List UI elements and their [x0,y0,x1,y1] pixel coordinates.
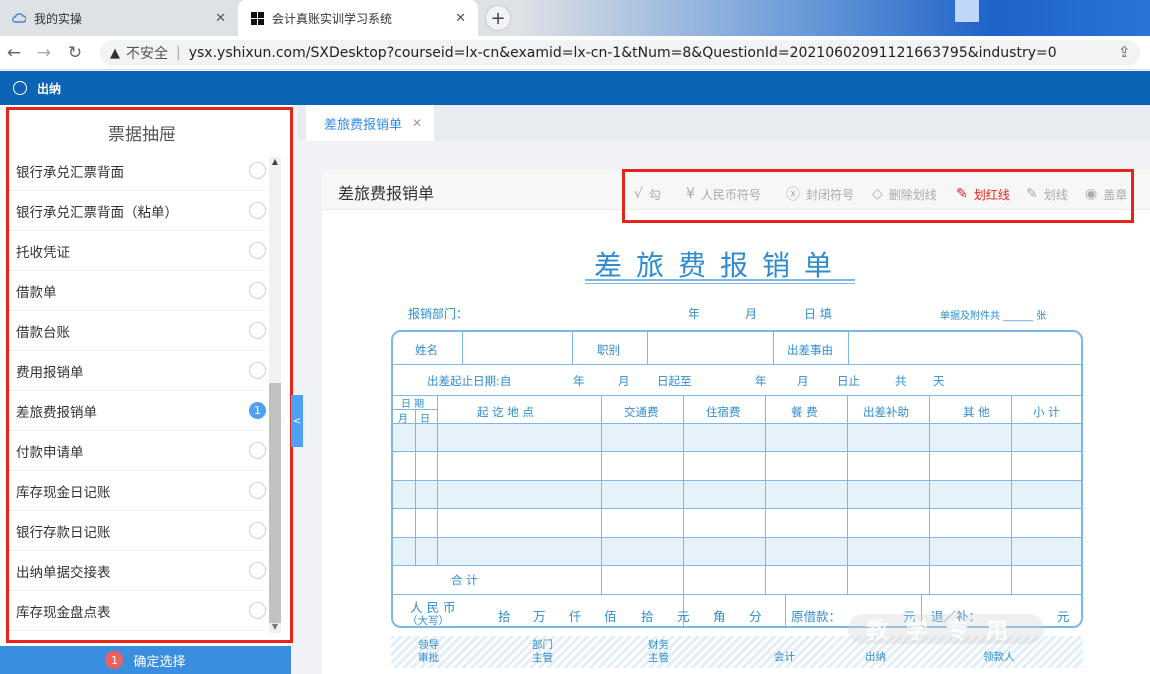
refund-unit: 元 [1057,609,1070,624]
end-year-label: 年 [755,374,767,388]
close-tab-icon[interactable]: ✕ [215,11,226,26]
unit-jiao: 角 [713,609,726,624]
name-label: 姓名 [415,343,438,357]
title-underline [585,283,855,284]
browser-tab-accounting-system[interactable]: 会计真账实训学习系统 ✕ [238,0,478,36]
sign-dept-label: 部门 主管 [532,639,553,664]
fill-year-label: 年 [688,307,701,321]
url-field[interactable]: ▲ 不安全 | ysx.yshixun.com/SXDesktop?course… [100,40,1140,66]
end-month-label: 月 [797,374,809,388]
close-tab-icon[interactable]: ✕ [455,11,466,26]
arrow-right-icon: → [36,43,52,63]
window-background [520,0,1150,36]
desktop-icon [955,0,979,22]
share-icon[interactable]: ⇪ [1118,43,1131,61]
cloud-icon [12,11,26,25]
close-icon[interactable]: ✕ [412,116,422,130]
insecure-label: 不安全 [126,46,168,62]
trip-period-label: 出差起止日期:自 [427,374,512,388]
expense-form-grid: 姓名 职别 出差事由 出差起止日期:自 年 月 日起至 年 月 日止 共 天 日… [391,330,1083,628]
tab-travel-expense[interactable]: 差旅费报销单 ✕ [306,105,434,141]
sign-leader-label: 领导 审批 [418,639,439,664]
role-label[interactable]: 出纳 [37,80,61,97]
allowance-column-header: 出差补助 [863,405,909,419]
url-text: ysx.yshixun.com/SXDesktop?courseid=lx-cn… [188,45,1057,61]
meals-column-header: 餐 费 [791,405,818,419]
tab-label: 差旅费报销单 [324,117,403,133]
sign-receiver-label: 领款人 [983,651,1015,663]
plus-icon: + [490,7,506,29]
app-header: 出纳 [0,71,1150,105]
sign-finance-label: 财务 主管 [648,639,669,664]
subtotal-column-header: 小 计 [1033,405,1060,419]
confirm-label: 确定选择 [133,654,186,670]
arrow-left-icon: ← [6,43,22,63]
lodging-column-header: 住宿费 [706,405,741,419]
confirm-selection-button[interactable]: 1 确定选择 [0,646,291,674]
start-month-label: 月 [618,374,630,388]
unit-hundred: 佰 [604,609,617,624]
reload-button[interactable]: ↻ [64,42,86,64]
unit-thousand: 仟 [569,609,582,624]
teaching-watermark: 教学专用 [848,614,1044,644]
forward-button[interactable]: → [33,42,55,64]
other-column-header: 其 他 [963,405,990,419]
fill-month-label: 月 [745,307,758,321]
back-button[interactable]: ← [3,42,25,64]
title-underline [585,279,855,281]
total-days-label: 共 [895,374,907,388]
unit-ten-2: 拾 [641,609,654,624]
selection-count-badge: 1 [105,651,124,669]
highlight-frame-drawer [6,107,293,643]
end-day-label: 日止 [837,374,860,388]
unit-fen: 分 [749,609,762,624]
unit-ten-thousand: 万 [533,609,546,624]
reload-icon: ↻ [67,43,83,63]
unit-yuan: 元 [677,609,690,624]
route-column-header: 起 讫 地 点 [477,405,534,419]
sign-cashier-label: 出纳 [865,651,886,663]
month-column-header: 月 [398,414,408,425]
day-column-header: 日 [420,414,430,425]
total-row-label: 合 计 [451,573,478,587]
fill-day-label: 日 填 [804,307,832,321]
browser-tab-my-practice[interactable]: 我的实操 ✕ [0,0,238,36]
rmb-uppercase-label: （大写） [407,615,449,627]
start-year-label: 年 [573,374,585,388]
sign-accountant-label: 会计 [774,651,795,663]
highlight-frame-toolbar [622,169,1134,223]
unit-ten: 拾 [498,609,511,624]
collapse-drawer-button[interactable]: < [291,395,303,447]
trip-reason-label: 出差事由 [787,343,833,357]
tab-title: 我的实操 [34,11,83,26]
days-unit-label: 天 [933,374,945,388]
warning-triangle-icon: ▲ [110,45,120,61]
dept-label: 报销部门： [408,307,469,321]
role-icon [13,81,27,95]
attachments-label: 单据及附件共 ______ 张 [940,311,1047,322]
advance-label: 原借款： [791,609,842,624]
start-day-label: 日起至 [657,374,692,388]
panel-title: 差旅费报销单 [338,184,435,203]
divider: | [176,45,181,61]
windows-logo-icon [250,11,264,25]
transport-column-header: 交通费 [624,405,659,419]
date-column-header: 日 期 [401,399,425,410]
tab-title: 会计真账实训学习系统 [272,11,393,26]
form-title: 差旅费报销单 [593,249,846,282]
position-label: 职别 [597,343,620,357]
new-tab-button[interactable]: + [485,5,511,31]
